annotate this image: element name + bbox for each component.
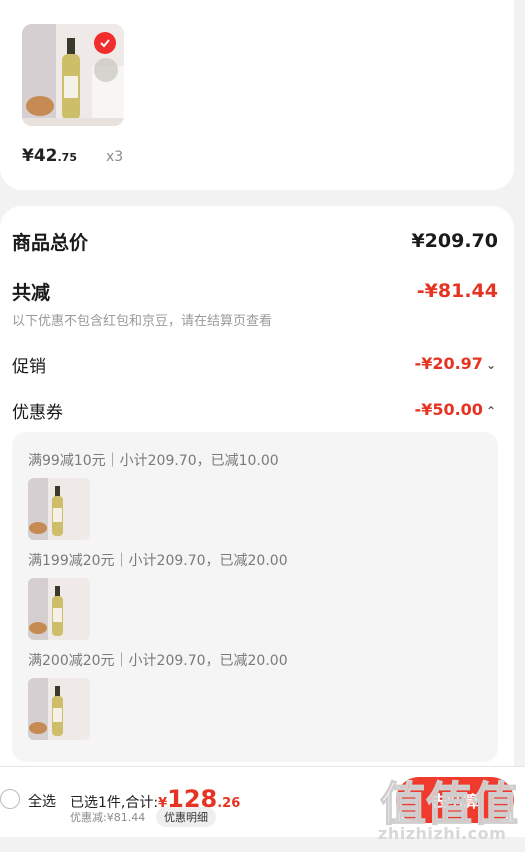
chevron-down-icon: ⌄ xyxy=(485,358,496,372)
coupon-product-thumb xyxy=(28,678,90,740)
coupon-row[interactable]: -¥50.00 ⌃ xyxy=(415,400,496,419)
coupon-label: 优惠券 xyxy=(12,403,63,423)
discount-summary: 优惠减:¥81.44 xyxy=(70,811,146,824)
wine-photo-icon xyxy=(28,678,90,740)
coupon-item-1: 满99减10元｜小计209.70，已减10.00 xyxy=(28,453,279,469)
goods-total-value: ¥209.70 xyxy=(411,230,498,252)
discount-note: 以下优惠不包含红包和京豆，请在结算页查看 xyxy=(12,314,273,329)
promo-row[interactable]: -¥20.97 ⌄ xyxy=(415,354,496,373)
coupon-value: -¥50.00 xyxy=(414,400,483,419)
item-price-main: ¥42 xyxy=(22,146,58,166)
chevron-up-icon: ⌃ xyxy=(485,404,496,418)
svg-text:值值值: 值值值 xyxy=(380,777,518,831)
wine-photo-icon xyxy=(28,478,90,540)
reduce-label: 共减 xyxy=(12,282,51,304)
promo-label: 促销 xyxy=(12,357,46,377)
cart-item-card: ¥42.75 x3 xyxy=(0,0,514,190)
promo-value: -¥20.97 xyxy=(414,354,483,373)
wine-photo-icon xyxy=(28,578,90,640)
item-quantity: x3 xyxy=(106,149,124,165)
coupon-item-2: 满199减20元｜小计209.70，已减20.00 xyxy=(28,553,288,569)
discount-detail-button[interactable]: 优惠明细 xyxy=(156,807,216,827)
coupon-item-3: 满200减20元｜小计209.70，已减20.00 xyxy=(28,653,288,669)
selected-check-icon[interactable] xyxy=(94,32,116,54)
product-image[interactable] xyxy=(22,24,124,126)
select-all-label[interactable]: 全选 xyxy=(28,791,56,811)
discount-detail-panel: 商品总价 ¥209.70 共减 -¥81.44 以下优惠不包含红包和京豆，请在结… xyxy=(0,206,514,786)
coupon-list: 满99减10元｜小计209.70，已减10.00 满199减20元｜小计209.… xyxy=(12,432,498,762)
item-price: ¥42.75 xyxy=(22,146,77,166)
coupon-product-thumb xyxy=(28,478,90,540)
reduce-value: -¥81.44 xyxy=(416,280,498,302)
item-price-cents: .75 xyxy=(57,151,78,164)
coupon-product-thumb xyxy=(28,578,90,640)
select-all-radio[interactable] xyxy=(0,789,20,809)
watermark-text: zhizhizhi.com xyxy=(378,824,507,843)
total-cents: .26 xyxy=(217,796,241,811)
goods-total-label: 商品总价 xyxy=(12,232,89,254)
